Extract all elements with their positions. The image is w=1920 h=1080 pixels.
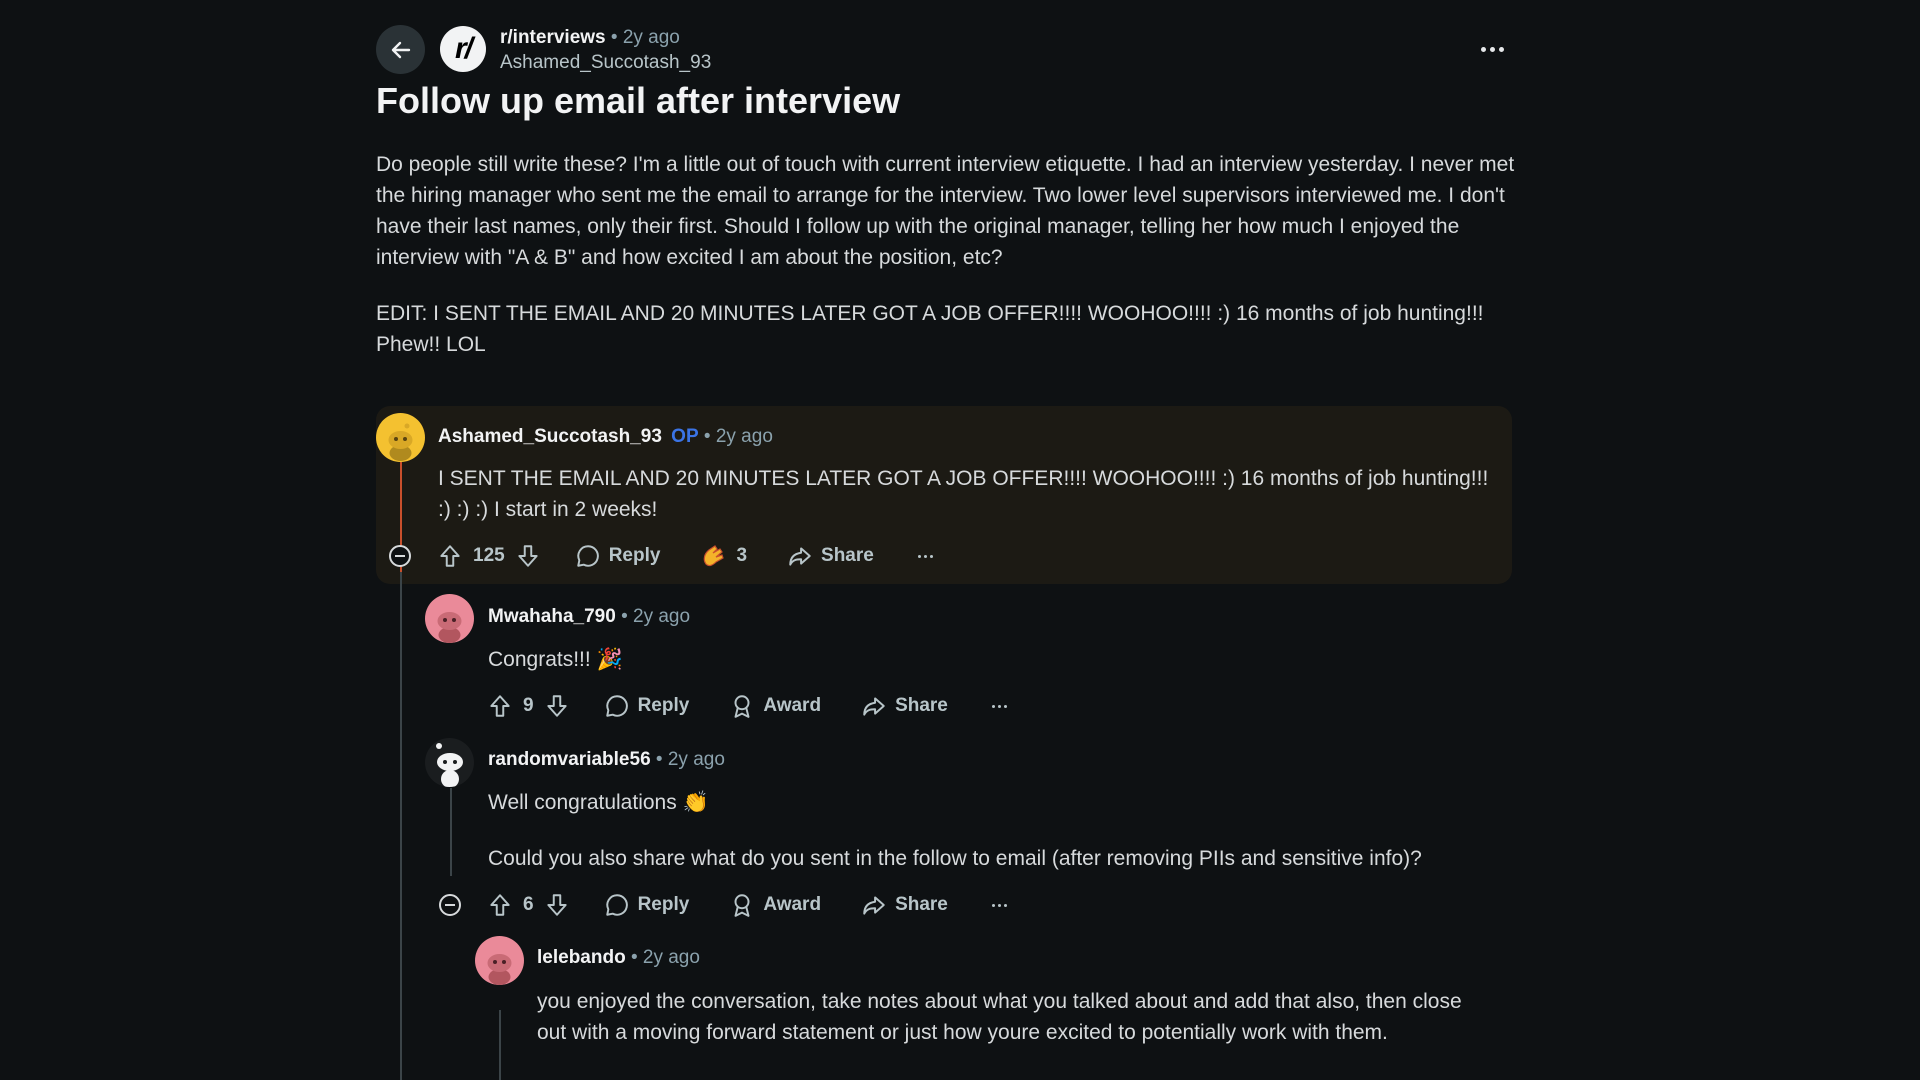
- comment-more-button[interactable]: [991, 903, 1007, 907]
- upvote-button[interactable]: [487, 693, 513, 719]
- subreddit-line: r/interviews • 2y ago: [500, 27, 680, 49]
- thread-line-level3: [499, 1010, 501, 1080]
- share-arrow-icon: [863, 896, 885, 915]
- thread-line-root: [400, 572, 402, 1080]
- reply-label: Reply: [608, 545, 661, 566]
- comment-age: • 2y ago: [621, 606, 691, 627]
- comment-age: • 2y ago: [655, 749, 725, 770]
- thread-line-level2: [450, 788, 452, 876]
- comment-text: you enjoyed the conversation, take notes…: [537, 990, 1462, 1044]
- arrow-up-icon: [490, 695, 510, 717]
- comment-meta: Mwahaha_790 • 2y ago: [488, 606, 690, 628]
- upvote-button[interactable]: [437, 543, 463, 569]
- downvote-button[interactable]: [544, 693, 570, 719]
- avatar[interactable]: [376, 413, 425, 462]
- comment-actions: 6 Reply Award Share: [487, 887, 1007, 923]
- share-label: Share: [895, 894, 948, 915]
- comment-text-paragraph: Could you also share what do you sent in…: [488, 847, 1422, 870]
- post-age: • 2y ago: [610, 27, 680, 48]
- share-label: Share: [821, 545, 874, 566]
- subreddit-name[interactable]: r/interviews: [500, 27, 606, 48]
- comment-author[interactable]: lelebando: [537, 947, 626, 968]
- post-header: r/ r/interviews • 2y ago Ashamed_Succota…: [376, 22, 1512, 78]
- reply-button[interactable]: Reply: [604, 892, 690, 918]
- comment-actions: 9 Reply Award Share: [487, 688, 1007, 724]
- award-count: 3: [736, 545, 748, 566]
- comment-author[interactable]: randomvariable56: [488, 749, 651, 770]
- comment-meta: lelebando • 2y ago: [537, 947, 700, 969]
- comment-author[interactable]: Ashamed_Succotash_93: [438, 426, 662, 447]
- comment-text: Well congratulations 👏: [488, 791, 709, 814]
- arrow-up-icon: [440, 545, 460, 567]
- collapse-thread-button[interactable]: [439, 894, 461, 916]
- arrow-left-icon: [391, 41, 410, 58]
- share-arrow-icon: [863, 697, 885, 716]
- vote-count: 9: [523, 695, 534, 716]
- avatar[interactable]: [475, 936, 524, 985]
- avatar[interactable]: [425, 594, 474, 643]
- post-author[interactable]: Ashamed_Succotash_93: [500, 52, 711, 74]
- speech-bubble-icon: [576, 545, 599, 567]
- award-button[interactable]: Award: [729, 693, 821, 719]
- collapse-thread-button[interactable]: [389, 545, 411, 567]
- minus-circle-icon: [445, 904, 455, 906]
- ellipsis-icon: [991, 903, 995, 907]
- reply-label: Reply: [637, 695, 690, 716]
- subreddit-icon[interactable]: r/: [440, 26, 486, 72]
- arrow-down-icon: [546, 695, 567, 717]
- vote-count: 125: [473, 545, 505, 566]
- comment-author[interactable]: Mwahaha_790: [488, 606, 616, 627]
- reply-button[interactable]: Reply: [575, 543, 661, 569]
- snoo-avatar-icon: [475, 936, 524, 985]
- comment-age: • 2y ago: [703, 426, 773, 447]
- clapping-hands-award-icon: [704, 545, 725, 567]
- post-more-button[interactable]: [1472, 34, 1512, 64]
- comment-more-button[interactable]: [917, 554, 933, 558]
- comment-actions: 125 Reply 3 Share: [437, 538, 933, 574]
- back-button[interactable]: [376, 25, 425, 74]
- arrow-down-icon: [518, 545, 538, 567]
- post-body: Do people still write these? I'm a littl…: [376, 149, 1516, 385]
- vote-count: 6: [523, 894, 534, 915]
- post-body-edit: EDIT: I SENT THE EMAIL AND 20 MINUTES LA…: [376, 302, 1484, 356]
- speech-bubble-icon: [605, 894, 628, 916]
- share-button[interactable]: Share: [861, 693, 948, 719]
- snoo-avatar-icon: [425, 738, 474, 787]
- award-label: Award: [763, 695, 822, 716]
- comment-text: I SENT THE EMAIL AND 20 MINUTES LATER GO…: [438, 467, 1489, 521]
- downvote-button[interactable]: [515, 543, 541, 569]
- reply-button[interactable]: Reply: [604, 693, 690, 719]
- speech-bubble-icon: [605, 695, 628, 717]
- post-title: Follow up email after interview: [376, 80, 901, 121]
- comment-text: Congrats!!! 🎉: [488, 648, 623, 671]
- downvote-button[interactable]: [544, 892, 570, 918]
- arrow-down-icon: [546, 894, 567, 916]
- share-button[interactable]: Share: [861, 892, 948, 918]
- post-body-paragraph: Do people still write these? I'm a littl…: [376, 153, 1515, 269]
- snoo-avatar-icon: [425, 594, 474, 643]
- comment-more-button[interactable]: [991, 704, 1007, 708]
- share-arrow-icon: [789, 547, 811, 566]
- ellipsis-icon: [917, 554, 921, 558]
- share-label: Share: [895, 695, 948, 716]
- comment-meta: randomvariable56 • 2y ago: [488, 749, 725, 771]
- award-button[interactable]: Award: [729, 892, 821, 918]
- award-button[interactable]: 3: [700, 542, 747, 570]
- award-label: Award: [763, 894, 822, 915]
- avatar[interactable]: [425, 738, 474, 787]
- ellipsis-icon: [1480, 46, 1486, 52]
- award-ribbon-icon: [734, 894, 750, 917]
- arrow-up-icon: [490, 894, 510, 916]
- reply-label: Reply: [637, 894, 690, 915]
- share-button[interactable]: Share: [787, 543, 874, 569]
- comment-age: • 2y ago: [630, 947, 700, 968]
- snoo-avatar-icon: [376, 413, 425, 462]
- comment-meta: Ashamed_Succotash_93 OP • 2y ago: [438, 426, 773, 448]
- award-ribbon-icon: [734, 695, 750, 718]
- minus-circle-icon: [395, 555, 405, 557]
- ellipsis-icon: [991, 704, 995, 708]
- op-badge: OP: [671, 426, 699, 447]
- upvote-button[interactable]: [487, 892, 513, 918]
